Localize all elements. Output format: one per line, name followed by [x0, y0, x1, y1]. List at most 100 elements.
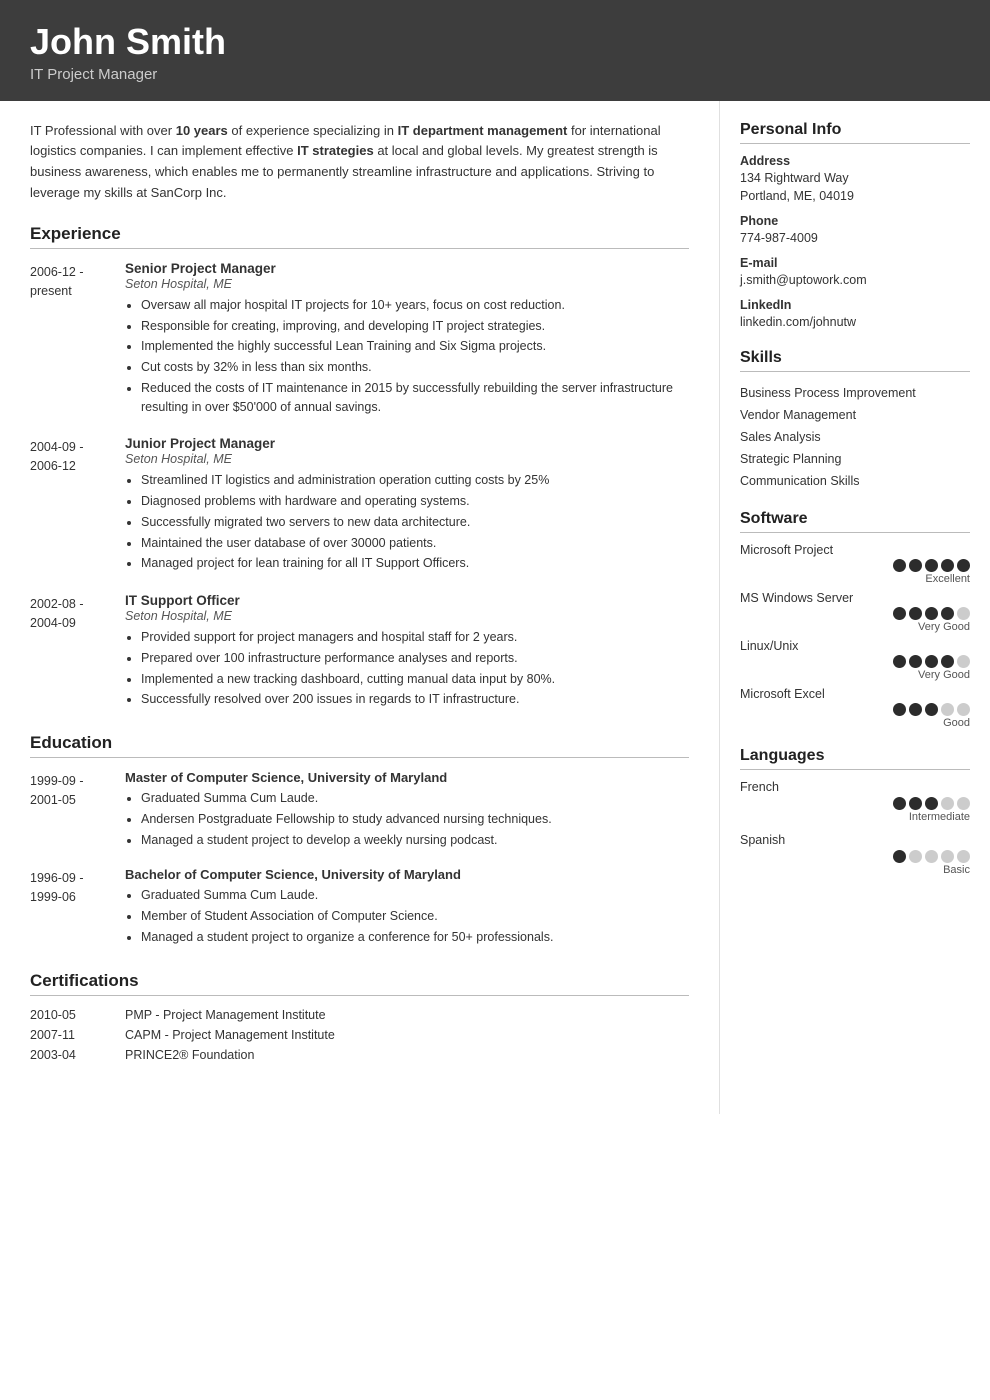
personal-info-field: Address 134 Rightward WayPortland, ME, 0… [740, 154, 970, 207]
info-value: j.smith@uptowork.com [740, 271, 970, 290]
info-label: E-mail [740, 256, 970, 270]
dot-filled [941, 607, 954, 620]
dot-filled [925, 703, 938, 716]
skill-item: Business Process Improvement [740, 382, 970, 404]
cert-date: 2003-04 [30, 1048, 125, 1062]
dot-filled [893, 607, 906, 620]
software-title: Software [740, 510, 970, 533]
software-level-label: Very Good [740, 669, 970, 681]
experience-section: Experience 2006-12 - present Senior Proj… [30, 224, 689, 711]
personal-info-field: Phone 774-987-4009 [740, 214, 970, 248]
dot-empty [941, 850, 954, 863]
experience-entry: 2006-12 - present Senior Project Manager… [30, 261, 689, 419]
exp-bullet: Oversaw all major hospital IT projects f… [141, 296, 689, 315]
skill-item: Vendor Management [740, 404, 970, 426]
exp-bullet: Successfully migrated two servers to new… [141, 513, 689, 532]
dots-row [740, 559, 970, 572]
edu-date-from: 1999-09 - [30, 774, 84, 788]
dot-filled [909, 655, 922, 668]
language-item: Spanish Basic [740, 833, 970, 876]
dot-empty [909, 850, 922, 863]
dots-row [740, 703, 970, 716]
cert-name: PMP - Project Management Institute [125, 1008, 326, 1022]
dots-row [740, 850, 970, 863]
exp-bullet: Managed project for lean training for al… [141, 554, 689, 573]
education-entry: 1999-09 - 2001-05 Master of Computer Sci… [30, 770, 689, 851]
dot-empty [925, 850, 938, 863]
edu-content: Bachelor of Computer Science, University… [125, 867, 689, 948]
dot-empty [957, 607, 970, 620]
software-item: MS Windows Server Very Good [740, 591, 970, 633]
education-section: Education 1999-09 - 2001-05 Master of Co… [30, 733, 689, 949]
cert-name: PRINCE2® Foundation [125, 1048, 254, 1062]
dot-empty [941, 703, 954, 716]
info-value: 774-987-4009 [740, 229, 970, 248]
personal-info-field: E-mail j.smith@uptowork.com [740, 256, 970, 290]
skills-section: Skills Business Process ImprovementVendo… [740, 349, 970, 492]
software-level-label: Excellent [740, 573, 970, 585]
exp-dates: 2004-09 - 2006-12 [30, 436, 125, 575]
edu-degree: Master of Computer Science, University o… [125, 770, 689, 785]
exp-dates: 2006-12 - present [30, 261, 125, 419]
exp-company: Seton Hospital, ME [125, 452, 689, 466]
dots-row [740, 655, 970, 668]
exp-bullets: Oversaw all major hospital IT projects f… [125, 296, 689, 417]
experience-entry: 2004-09 - 2006-12 Junior Project Manager… [30, 436, 689, 575]
cert-date: 2007-11 [30, 1028, 125, 1042]
software-item: Microsoft Project Excellent [740, 543, 970, 585]
software-level-label: Very Good [740, 621, 970, 633]
dot-filled [941, 655, 954, 668]
dot-filled [909, 607, 922, 620]
dots-row [740, 607, 970, 620]
exp-role: Senior Project Manager [125, 261, 689, 276]
dot-filled [909, 559, 922, 572]
cert-entry: 2007-11 CAPM - Project Management Instit… [30, 1028, 689, 1042]
exp-date-to: present [30, 284, 72, 298]
dot-filled [925, 607, 938, 620]
candidate-name: John Smith [30, 22, 960, 62]
exp-date-from: 2002-08 - [30, 597, 84, 611]
edu-date-to: 1999-06 [30, 890, 76, 904]
education-section-title: Education [30, 733, 689, 758]
language-name: French [740, 780, 970, 794]
language-level-label: Basic [740, 864, 970, 876]
languages-title: Languages [740, 747, 970, 770]
exp-dates: 2002-08 - 2004-09 [30, 593, 125, 711]
languages-section: Languages French Intermediate Spanish Ba… [740, 747, 970, 876]
dot-filled [893, 850, 906, 863]
dot-filled [925, 559, 938, 572]
dot-empty [941, 797, 954, 810]
edu-date-to: 2001-05 [30, 793, 76, 807]
language-name: Spanish [740, 833, 970, 847]
skill-item: Communication Skills [740, 470, 970, 492]
exp-bullet: Reduced the costs of IT maintenance in 2… [141, 379, 689, 417]
exp-date-to: 2004-09 [30, 616, 76, 630]
certifications-section-title: Certifications [30, 971, 689, 996]
summary: IT Professional with over 10 years of ex… [30, 121, 689, 204]
personal-info-title: Personal Info [740, 121, 970, 144]
exp-bullet: Successfully resolved over 200 issues in… [141, 690, 689, 709]
dot-empty [957, 655, 970, 668]
software-name: MS Windows Server [740, 591, 970, 605]
edu-date-from: 1996-09 - [30, 871, 84, 885]
edu-dates: 1999-09 - 2001-05 [30, 770, 125, 851]
right-column: Personal Info Address 134 Rightward WayP… [720, 101, 990, 925]
exp-bullet: Streamlined IT logistics and administrat… [141, 471, 689, 490]
education-entry: 1996-09 - 1999-06 Bachelor of Computer S… [30, 867, 689, 948]
edu-bullet: Andersen Postgraduate Fellowship to stud… [141, 810, 689, 829]
exp-bullets: Provided support for project managers an… [125, 628, 689, 709]
skills-title: Skills [740, 349, 970, 372]
language-item: French Intermediate [740, 780, 970, 823]
skill-item: Sales Analysis [740, 426, 970, 448]
header: John Smith IT Project Manager [0, 0, 990, 101]
cert-name: CAPM - Project Management Institute [125, 1028, 335, 1042]
dot-filled [893, 797, 906, 810]
personal-info-section: Personal Info Address 134 Rightward WayP… [740, 121, 970, 332]
dots-row [740, 797, 970, 810]
info-value: linkedin.com/johnutw [740, 313, 970, 332]
software-item: Microsoft Excel Good [740, 687, 970, 729]
dot-empty [957, 850, 970, 863]
edu-bullet: Graduated Summa Cum Laude. [141, 789, 689, 808]
exp-content: Senior Project Manager Seton Hospital, M… [125, 261, 689, 419]
edu-degree: Bachelor of Computer Science, University… [125, 867, 689, 882]
